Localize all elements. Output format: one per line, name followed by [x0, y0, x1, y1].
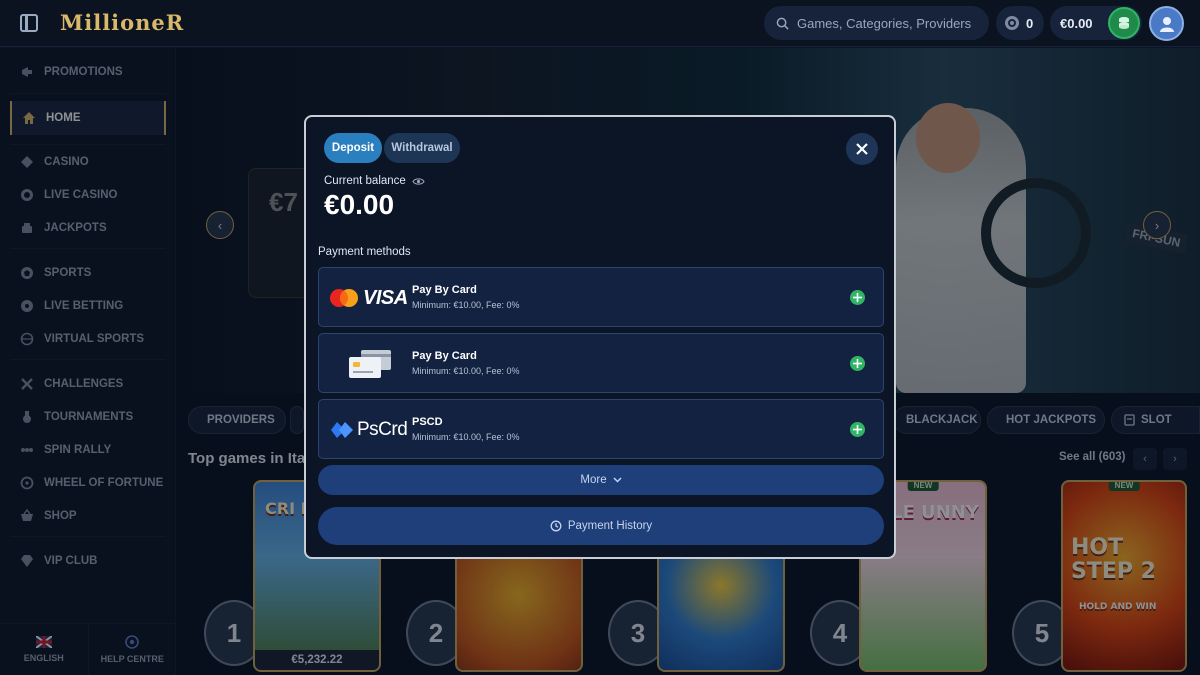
more-methods-button[interactable]: More	[318, 465, 884, 495]
mastercard-icon	[330, 289, 358, 307]
tab-deposit[interactable]: Deposit	[324, 133, 382, 163]
bonus-count: 0	[1026, 15, 1034, 31]
balance-label: Current balance	[324, 175, 406, 187]
add-icon[interactable]	[850, 422, 865, 437]
coins-stack-icon	[1119, 17, 1129, 29]
chevron-down-icon	[613, 477, 622, 483]
payment-minimum: Minimum: €10.00,	[412, 366, 484, 376]
payment-method-meta: Minimum: €10.00, Fee: 0%	[412, 432, 520, 442]
more-label: More	[580, 474, 607, 486]
balance-pill[interactable]: €0.00	[1050, 6, 1142, 40]
user-avatar[interactable]	[1149, 6, 1184, 41]
close-button[interactable]	[846, 133, 878, 165]
payment-fee: Fee: 0%	[486, 300, 520, 310]
eye-icon[interactable]	[412, 177, 425, 186]
pscrd-mark-icon	[331, 422, 353, 438]
payment-method-name: PSCD	[412, 416, 443, 428]
payment-method-name: Pay By Card	[412, 284, 477, 296]
wallet-button[interactable]	[1108, 7, 1140, 39]
pscrd-wordmark: PsCrd	[357, 419, 408, 440]
search-box[interactable]	[764, 6, 989, 40]
payment-minimum: Minimum: €10.00,	[412, 300, 484, 310]
header-balance: €0.00	[1060, 15, 1093, 31]
pscrd-logo: PsCrd	[331, 412, 411, 448]
payment-method-card[interactable]: Pay By Card Minimum: €10.00, Fee: 0%	[318, 333, 884, 393]
user-icon	[1159, 16, 1174, 32]
add-icon[interactable]	[850, 356, 865, 371]
payment-method-visa[interactable]: VISA Pay By Card Minimum: €10.00, Fee: 0…	[318, 267, 884, 327]
history-icon	[550, 520, 562, 532]
top-bar: MillioneR 0 €0.00	[0, 0, 1200, 47]
tab-withdrawal[interactable]: Withdrawal	[384, 133, 460, 163]
payment-method-meta: Minimum: €10.00, Fee: 0%	[412, 366, 520, 376]
payment-fee: Fee: 0%	[486, 432, 520, 442]
close-icon	[856, 143, 868, 155]
payment-method-name: Pay By Card	[412, 350, 477, 362]
sidebar-toggle-icon[interactable]	[20, 14, 38, 32]
search-input[interactable]	[797, 15, 977, 31]
payment-fee: Fee: 0%	[486, 366, 520, 376]
search-icon	[776, 17, 789, 30]
chip-icon	[1005, 16, 1019, 30]
payment-method-pscd[interactable]: PsCrd PSCD Minimum: €10.00, Fee: 0%	[318, 399, 884, 459]
payment-history-button[interactable]: Payment History	[318, 507, 884, 545]
payment-minimum: Minimum: €10.00,	[412, 432, 484, 442]
visa-mastercard-logo: VISA	[329, 280, 409, 316]
bonus-counter[interactable]: 0	[996, 6, 1044, 40]
payment-history-label: Payment History	[567, 520, 653, 532]
balance-label-row: Current balance	[324, 175, 425, 187]
add-icon[interactable]	[850, 290, 865, 305]
deposit-modal: Deposit Withdrawal Current balance €0.00…	[304, 115, 896, 559]
site-logo[interactable]: MillioneR	[60, 10, 184, 35]
visa-logo: VISA	[363, 286, 408, 309]
payment-methods-label: Payment methods	[318, 246, 411, 258]
current-balance-value: €0.00	[324, 189, 395, 220]
payment-method-meta: Minimum: €10.00, Fee: 0%	[412, 300, 520, 310]
